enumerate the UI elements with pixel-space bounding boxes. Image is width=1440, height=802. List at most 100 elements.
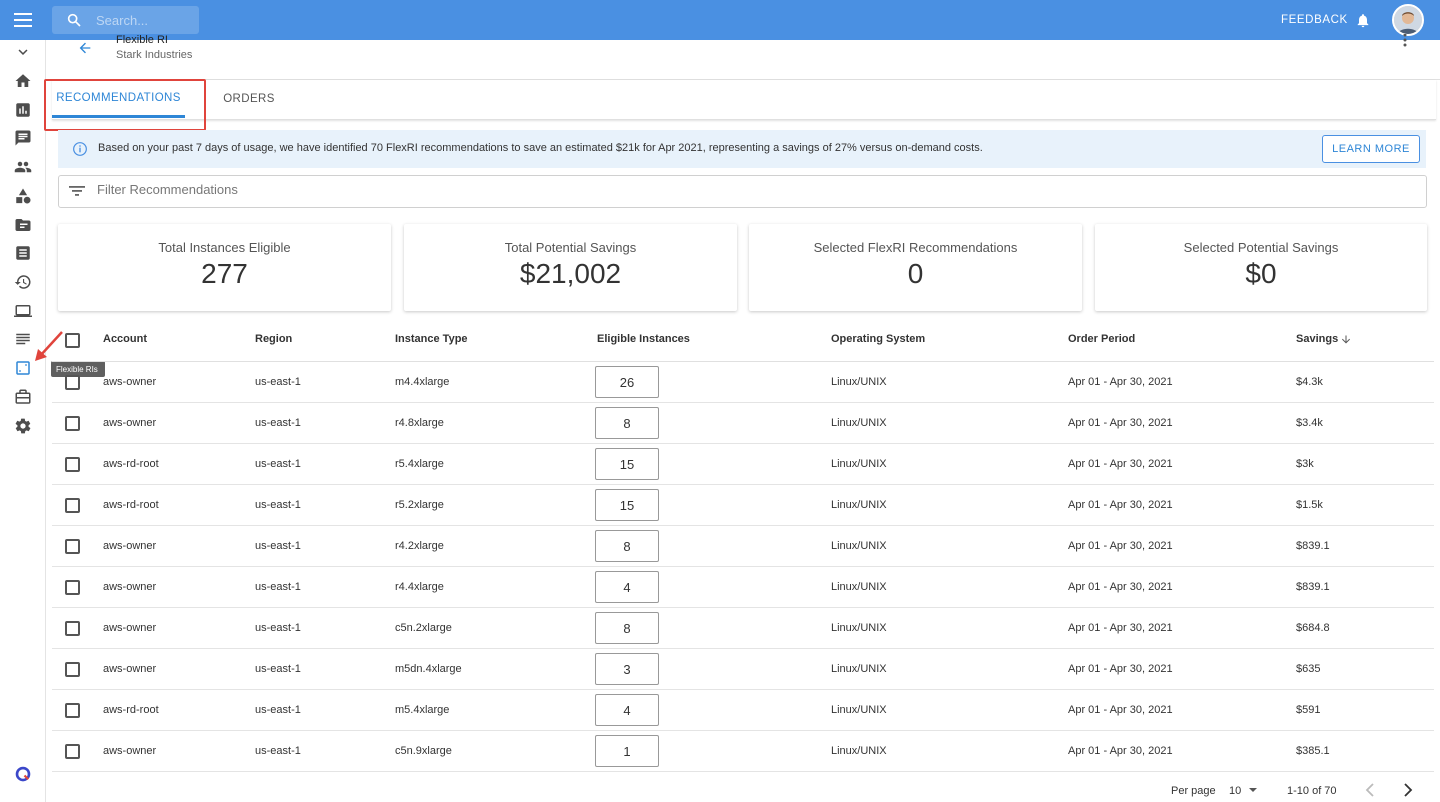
- column-header-region[interactable]: Region: [255, 333, 292, 345]
- folder-icon[interactable]: [11, 213, 35, 237]
- column-header-savings[interactable]: Savings: [1296, 333, 1338, 345]
- cell-account: aws-owner: [103, 581, 157, 593]
- table-header: Account Region Instance Type Eligible In…: [52, 320, 1434, 362]
- cell-account: aws-owner: [103, 745, 157, 757]
- page-subtitle: Stark Industries: [116, 49, 193, 61]
- cell-account: aws-owner: [103, 663, 157, 675]
- users-icon[interactable]: [11, 155, 35, 179]
- cell-savings: $591: [1296, 704, 1321, 716]
- filter-icon: [69, 184, 85, 203]
- hamburger-menu-icon[interactable]: [0, 0, 46, 40]
- filter-input[interactable]: [97, 182, 497, 197]
- back-arrow-icon[interactable]: [76, 40, 94, 61]
- row-checkbox[interactable]: [65, 416, 80, 431]
- cell-operating-system: Linux/UNIX: [831, 458, 887, 470]
- cell-order-period: Apr 01 - Apr 30, 2021: [1068, 745, 1173, 757]
- tabs-bar: RECOMMENDATIONS ORDERS: [52, 80, 1436, 120]
- app-logo-icon[interactable]: [11, 762, 35, 786]
- cell-instance-type: r5.4xlarge: [395, 458, 444, 470]
- column-header-eligible-instances[interactable]: Eligible Instances: [597, 333, 690, 345]
- annotation-highlight-box: [44, 79, 206, 131]
- dropdown-arrow-icon: [1249, 788, 1258, 792]
- table-row[interactable]: aws-owner us-east-1 m4.4xlarge Linux/UNIX Ap…: [52, 362, 1434, 403]
- cell-instance-type: r4.4xlarge: [395, 581, 444, 593]
- cell-savings: $684.8: [1296, 622, 1330, 634]
- user-avatar[interactable]: [1392, 4, 1424, 36]
- search-box[interactable]: [52, 6, 199, 34]
- cell-instance-type: r5.2xlarge: [395, 499, 444, 511]
- sort-arrow-down-icon[interactable]: [1340, 333, 1352, 346]
- cell-order-period: Apr 01 - Apr 30, 2021: [1068, 376, 1173, 388]
- table-row[interactable]: aws-owner us-east-1 r4.8xlarge Linux/UNIX Ap…: [52, 403, 1434, 444]
- column-header-order-period[interactable]: Order Period: [1068, 333, 1135, 345]
- stat-value: $21,002: [519, 258, 622, 289]
- eligible-instances-input[interactable]: 4: [595, 571, 659, 603]
- eligible-instances-input[interactable]: 3: [595, 653, 659, 685]
- table-row[interactable]: aws-rd-root us-east-1 r5.2xlarge Linux/UNIX…: [52, 485, 1434, 526]
- cell-order-period: Apr 01 - Apr 30, 2021: [1068, 499, 1173, 511]
- eligible-instances-input[interactable]: 8: [595, 407, 659, 439]
- select-all-checkbox[interactable]: [65, 333, 80, 348]
- column-header-account[interactable]: Account: [103, 333, 147, 345]
- sidebar: [0, 40, 46, 802]
- more-options-icon[interactable]: [1402, 33, 1408, 53]
- previous-page-icon[interactable]: [1365, 783, 1375, 802]
- learn-more-button[interactable]: LEARN MORE: [1322, 135, 1420, 163]
- stat-card-selected-recommendations: Selected FlexRI Recommendations 0: [749, 224, 1082, 311]
- column-header-instance-type[interactable]: Instance Type: [395, 333, 468, 345]
- cell-region: us-east-1: [255, 581, 301, 593]
- row-checkbox[interactable]: [65, 621, 80, 636]
- table-row[interactable]: aws-owner us-east-1 c5n.2xlarge Linux/UNIX A…: [52, 608, 1434, 649]
- home-icon[interactable]: [11, 69, 35, 93]
- cell-region: us-east-1: [255, 745, 301, 757]
- row-checkbox[interactable]: [65, 498, 80, 513]
- laptop-icon[interactable]: [11, 299, 35, 323]
- banner-message: Based on your past 7 days of usage, we h…: [98, 142, 983, 154]
- search-input[interactable]: [96, 12, 186, 28]
- row-checkbox[interactable]: [65, 457, 80, 472]
- cell-operating-system: Linux/UNIX: [831, 499, 887, 511]
- chat-icon[interactable]: [11, 126, 35, 150]
- store-icon[interactable]: [11, 385, 35, 409]
- cell-account: aws-owner: [103, 417, 157, 429]
- row-checkbox[interactable]: [65, 662, 80, 677]
- eligible-instances-input[interactable]: 8: [595, 530, 659, 562]
- filter-box[interactable]: [58, 175, 1427, 208]
- eligible-instances-input[interactable]: 1: [595, 735, 659, 767]
- table-row[interactable]: aws-owner us-east-1 c5n.9xlarge Linux/UNIX A…: [52, 731, 1434, 772]
- feedback-link[interactable]: FEEDBACK: [1281, 14, 1348, 26]
- cell-account: aws-owner: [103, 376, 157, 388]
- shapes-icon[interactable]: [11, 184, 35, 208]
- row-checkbox[interactable]: [65, 375, 80, 390]
- table-row[interactable]: aws-rd-root us-east-1 m5.4xlarge Linux/UNIX…: [52, 690, 1434, 731]
- chevron-down-icon[interactable]: [11, 40, 35, 64]
- eligible-instances-input[interactable]: 26: [595, 366, 659, 398]
- cell-region: us-east-1: [255, 458, 301, 470]
- cell-region: us-east-1: [255, 704, 301, 716]
- cell-region: us-east-1: [255, 540, 301, 552]
- history-icon[interactable]: [11, 270, 35, 294]
- eligible-instances-input[interactable]: 4: [595, 694, 659, 726]
- eligible-instances-input[interactable]: 15: [595, 448, 659, 480]
- next-page-icon[interactable]: [1403, 783, 1413, 802]
- settings-gear-icon[interactable]: [11, 414, 35, 438]
- cell-instance-type: r4.2xlarge: [395, 540, 444, 552]
- row-checkbox[interactable]: [65, 703, 80, 718]
- row-checkbox[interactable]: [65, 580, 80, 595]
- row-checkbox[interactable]: [65, 744, 80, 759]
- reports-chart-icon[interactable]: [11, 98, 35, 122]
- cell-operating-system: Linux/UNIX: [831, 704, 887, 716]
- table-row[interactable]: aws-rd-root us-east-1 r5.4xlarge Linux/UNIX…: [52, 444, 1434, 485]
- eligible-instances-input[interactable]: 15: [595, 489, 659, 521]
- table-row[interactable]: aws-owner us-east-1 r4.4xlarge Linux/UNIX Ap…: [52, 567, 1434, 608]
- notifications-bell-icon[interactable]: [1355, 12, 1371, 34]
- column-header-operating-system[interactable]: Operating System: [831, 333, 925, 345]
- per-page-select[interactable]: 10: [1229, 785, 1258, 797]
- table-row[interactable]: aws-owner us-east-1 r4.2xlarge Linux/UNIX Ap…: [52, 526, 1434, 567]
- cell-account: aws-rd-root: [103, 704, 159, 716]
- row-checkbox[interactable]: [65, 539, 80, 554]
- eligible-instances-input[interactable]: 8: [595, 612, 659, 644]
- table-row[interactable]: aws-owner us-east-1 m5dn.4xlarge Linux/UNIX…: [52, 649, 1434, 690]
- stat-value: 277: [201, 258, 248, 289]
- document-icon[interactable]: [11, 241, 35, 265]
